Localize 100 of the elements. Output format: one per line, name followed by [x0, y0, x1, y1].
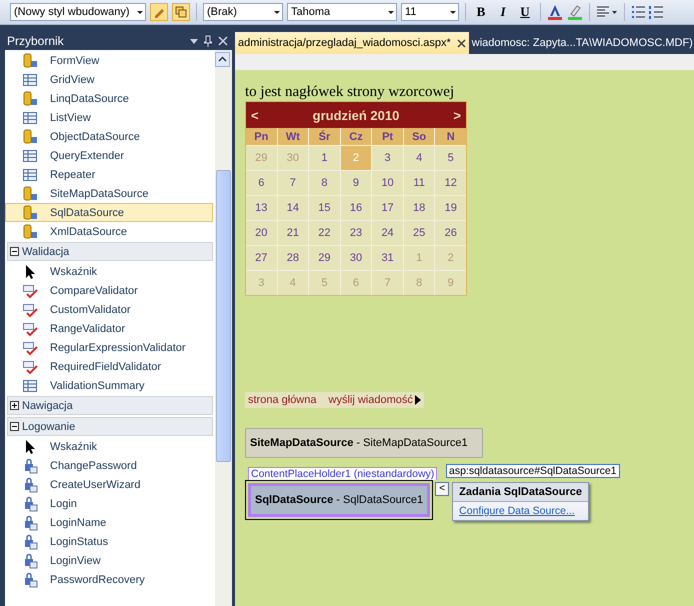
- calendar-day[interactable]: 5: [435, 146, 466, 170]
- configure-link[interactable]: Configure Data Source...: [453, 502, 588, 520]
- style-toggle-button[interactable]: [150, 3, 168, 21]
- calendar-day[interactable]: 4: [404, 146, 434, 170]
- calendar-day[interactable]: 20: [246, 221, 277, 245]
- placeholder-tag: ContentPlaceHolder1 (niestandardowy): [248, 467, 438, 480]
- menu-link[interactable]: strona główna: [248, 394, 316, 406]
- toolbox-group-header[interactable]: Logowanie: [7, 417, 213, 436]
- class-dropdown[interactable]: (Brak): [203, 3, 283, 21]
- calendar-day[interactable]: 21: [278, 221, 308, 245]
- menu-link[interactable]: wyślij wiadomość: [328, 394, 413, 406]
- calendar-day[interactable]: 8: [309, 171, 340, 195]
- toolbox-item[interactable]: RangeValidator: [5, 319, 213, 338]
- document-tab[interactable]: wiadomosc: Zapyta...TA\WIADOMOSC.MDF): [468, 32, 694, 54]
- scroll-up-icon[interactable]: [215, 52, 230, 67]
- toolbox-item[interactable]: CustomValidator: [5, 300, 213, 319]
- collapse-icon[interactable]: [10, 422, 19, 431]
- database-icon: [22, 90, 38, 106]
- calendar-day[interactable]: 29: [309, 246, 340, 270]
- toolbox-item[interactable]: GridView: [5, 70, 213, 89]
- toolbox-item[interactable]: RegularExpressionValidator: [5, 338, 213, 357]
- toolbox-item[interactable]: ValidationSummary: [5, 376, 213, 395]
- tasks-title: Zadania SqlDataSource: [453, 483, 588, 502]
- calendar-day[interactable]: 28: [278, 246, 308, 270]
- toolbox-item[interactable]: CompareValidator: [5, 281, 213, 300]
- toolbox-item[interactable]: Repeater: [5, 165, 213, 184]
- grid-icon: [22, 148, 38, 164]
- calendar-day[interactable]: 14: [278, 196, 308, 220]
- align-icon[interactable]: [596, 5, 618, 19]
- item-label: FormView: [50, 54, 100, 66]
- calendar-day[interactable]: 9: [340, 171, 372, 195]
- toolbox-item[interactable]: LoginName: [5, 513, 213, 532]
- weekday-header: So: [404, 128, 434, 145]
- previous-month-link[interactable]: <: [251, 108, 259, 122]
- calendar-day[interactable]: 16: [340, 196, 372, 220]
- scrollbar-thumb[interactable]: [216, 170, 231, 462]
- calendar-day[interactable]: 23: [340, 221, 372, 245]
- toolbox-item[interactable]: Login: [5, 494, 213, 513]
- toolbox-item[interactable]: FormView: [5, 51, 213, 70]
- toolbox-item[interactable]: PasswordRecovery: [5, 570, 213, 589]
- bullet-list-icon[interactable]: [631, 5, 645, 19]
- calendar-day[interactable]: 1: [309, 146, 340, 170]
- calendar-day[interactable]: 22: [309, 221, 340, 245]
- smart-tag-button[interactable]: <: [435, 482, 450, 496]
- layers-icon: [175, 6, 187, 18]
- toolbox-item[interactable]: LinqDataSource: [5, 89, 213, 108]
- toolbox-item[interactable]: Wskaźnik: [5, 437, 213, 456]
- italic-button[interactable]: I: [494, 3, 512, 21]
- toolbox-group-header[interactable]: Walidacja: [7, 242, 213, 261]
- calendar-day[interactable]: 7: [278, 171, 308, 195]
- calendar-day[interactable]: 27: [246, 246, 277, 270]
- toolbox-item[interactable]: QueryExtender: [5, 146, 213, 165]
- size-dropdown[interactable]: 11: [401, 3, 459, 21]
- calendar-day[interactable]: 31: [372, 246, 403, 270]
- dropdown-icon[interactable]: [190, 38, 198, 44]
- sql-datasource-control[interactable]: SqlDataSource - SqlDataSource1: [248, 483, 430, 517]
- toolbox-item[interactable]: Wskaźnik: [5, 262, 213, 281]
- calendar-day[interactable]: 17: [372, 196, 403, 220]
- expand-icon[interactable]: [10, 401, 19, 410]
- numbered-list-icon[interactable]: [649, 5, 663, 19]
- toolbox-group-header[interactable]: Nawigacja: [7, 396, 213, 415]
- weekday-header: Cz: [340, 128, 372, 145]
- toolbox-item[interactable]: LoginView: [5, 551, 213, 570]
- underline-button[interactable]: U: [516, 3, 534, 21]
- calendar-day[interactable]: 11: [404, 171, 434, 195]
- toolbox-item[interactable]: XmlDataSource: [5, 222, 213, 241]
- sitemap-datasource-control[interactable]: SiteMapDataSource - SiteMapDataSource1: [245, 428, 483, 458]
- layers-toggle-button[interactable]: [172, 3, 190, 21]
- font-dropdown[interactable]: Tahoma: [287, 3, 397, 21]
- calendar-day[interactable]: 30: [340, 246, 372, 270]
- toolbox-item[interactable]: SqlDataSource: [5, 203, 213, 222]
- bold-button[interactable]: B: [472, 3, 490, 21]
- toolbox-item[interactable]: SiteMapDataSource: [5, 184, 213, 203]
- calendar-day[interactable]: 12: [435, 171, 466, 195]
- highlight-icon[interactable]: [567, 4, 583, 20]
- scrollbar[interactable]: [215, 50, 232, 606]
- calendar-day[interactable]: 15: [309, 196, 340, 220]
- next-month-link[interactable]: >: [453, 108, 461, 122]
- calendar-day[interactable]: 10: [372, 171, 403, 195]
- calendar-day[interactable]: 24: [372, 221, 403, 245]
- style-dropdown[interactable]: (Nowy styl wbudowany): [10, 3, 146, 21]
- document-tab[interactable]: administracja/przegladaj_wiadomosci.aspx*: [235, 32, 469, 54]
- toolbox-item[interactable]: ObjectDataSource: [5, 127, 213, 146]
- calendar-day[interactable]: 19: [435, 196, 466, 220]
- toolbox-item[interactable]: ChangePassword: [5, 456, 213, 475]
- font-color-icon[interactable]: [547, 4, 563, 20]
- calendar-day[interactable]: 18: [404, 196, 434, 220]
- close-icon[interactable]: [456, 38, 466, 48]
- toolbox-item[interactable]: ListView: [5, 108, 213, 127]
- calendar-day[interactable]: 25: [404, 221, 434, 245]
- toolbox-item[interactable]: LoginStatus: [5, 532, 213, 551]
- calendar-day[interactable]: 26: [435, 221, 466, 245]
- collapse-icon[interactable]: [10, 247, 19, 256]
- calendar-day[interactable]: 3: [372, 146, 403, 170]
- toolbox-item[interactable]: RequiredFieldValidator: [5, 357, 213, 376]
- calendar-day[interactable]: 6: [246, 171, 277, 195]
- pin-icon[interactable]: [204, 35, 212, 47]
- calendar-day[interactable]: 13: [246, 196, 277, 220]
- item-label: Wskaźnik: [50, 266, 98, 278]
- toolbox-item[interactable]: CreateUserWizard: [5, 475, 213, 494]
